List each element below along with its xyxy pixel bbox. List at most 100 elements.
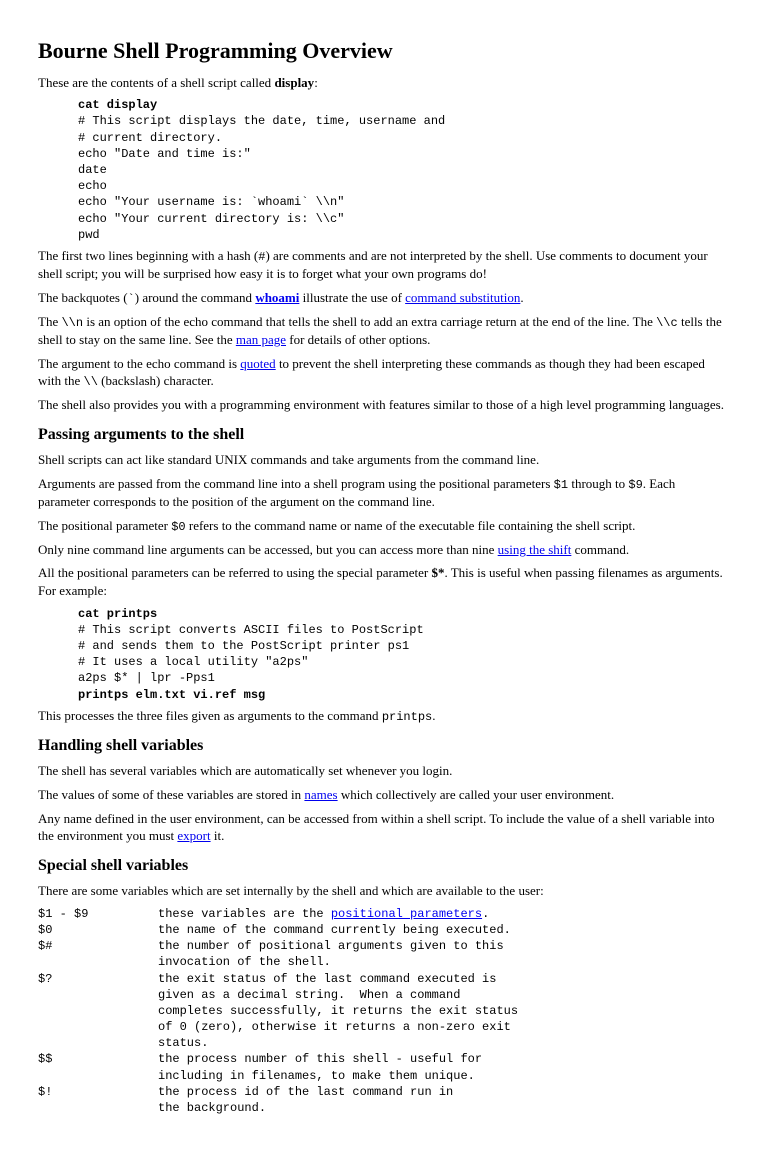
quoted-link[interactable]: quoted <box>240 356 275 371</box>
code-line: echo "Date and time is:" <box>78 147 251 161</box>
text: command. <box>571 542 629 557</box>
var-desc: the exit status of the last command exec… <box>158 971 518 1052</box>
text: The values of some of these variables ar… <box>38 787 304 802</box>
para: The positional parameter $0 refers to th… <box>38 517 730 535</box>
text: All the positional parameters can be ref… <box>38 565 431 580</box>
code-line: echo "Your current directory is: \\c" <box>78 212 344 226</box>
code-block-display: cat display # This script displays the d… <box>78 97 730 243</box>
code-line: echo <box>78 179 107 193</box>
text: The argument to the echo command is <box>38 356 240 371</box>
intro-para: These are the contents of a shell script… <box>38 74 730 92</box>
inline-code: \\ <box>84 375 98 389</box>
text: . <box>482 907 489 921</box>
para-environment: The shell also provides you with a progr… <box>38 396 730 414</box>
var-desc: the process id of the last command run i… <box>158 1084 518 1116</box>
para: This processes the three files given as … <box>38 707 730 725</box>
var-desc: the process number of this shell - usefu… <box>158 1051 518 1083</box>
command-substitution-link[interactable]: command substitution <box>405 290 520 305</box>
text: : <box>314 75 318 90</box>
table-row: $! the process id of the last command ru… <box>38 1084 518 1116</box>
para-echo-options: The \\n is an option of the echo command… <box>38 313 730 349</box>
code-line: # It uses a local utility "a2ps" <box>78 655 308 669</box>
para: Any name defined in the user environment… <box>38 810 730 845</box>
code-line: printps elm.txt vi.ref msg <box>78 688 265 702</box>
var-name: $1 - $9 <box>38 906 158 922</box>
para: All the positional parameters can be ref… <box>38 564 730 599</box>
text: Any name defined in the user environment… <box>38 811 714 844</box>
code-line: # and sends them to the PostScript print… <box>78 639 409 653</box>
code-line: date <box>78 163 107 177</box>
text: These are the contents of a shell script… <box>38 75 274 90</box>
text: . <box>432 708 435 723</box>
inline-code: printps <box>382 710 432 724</box>
para-quoted: The argument to the echo command is quot… <box>38 355 730 391</box>
var-desc: the name of the command currently being … <box>158 922 518 938</box>
table-row: $# the number of positional arguments gi… <box>38 938 518 970</box>
text: it. <box>211 828 225 843</box>
text: Arguments are passed from the command li… <box>38 476 554 491</box>
code-line: # current directory. <box>78 131 222 145</box>
para: Arguments are passed from the command li… <box>38 475 730 511</box>
inline-code: \\n <box>61 316 83 330</box>
text: which collectively are called your user … <box>338 787 615 802</box>
text: This processes the three files given as … <box>38 708 382 723</box>
text: $* <box>431 565 444 580</box>
text: illustrate the use of <box>299 290 405 305</box>
export-link[interactable]: export <box>177 828 210 843</box>
table-row: $? the exit status of the last command e… <box>38 971 518 1052</box>
text: through to <box>568 476 628 491</box>
heading-passing-args: Passing arguments to the shell <box>38 424 730 446</box>
table-row: $$ the process number of this shell - us… <box>38 1051 518 1083</box>
inline-code: \\c <box>656 316 678 330</box>
para: The values of some of these variables ar… <box>38 786 730 804</box>
var-name: $? <box>38 971 158 1052</box>
text: refers to the command name or name of th… <box>186 518 636 533</box>
text: The backquotes ( <box>38 290 128 305</box>
heading-special-vars: Special shell variables <box>38 855 730 877</box>
code-line: # This script converts ASCII files to Po… <box>78 623 424 637</box>
var-name: $# <box>38 938 158 970</box>
var-name: $$ <box>38 1051 158 1083</box>
using-shift-link[interactable]: using the shift <box>498 542 572 557</box>
para-backquotes: The backquotes (`) around the command wh… <box>38 289 730 307</box>
heading-handling-vars: Handling shell variables <box>38 735 730 757</box>
table-row: $0 the name of the command currently bei… <box>38 922 518 938</box>
inline-code: ` <box>128 292 135 306</box>
para: Shell scripts can act like standard UNIX… <box>38 451 730 469</box>
code-line: # This script displays the date, time, u… <box>78 114 445 128</box>
text: The first two lines beginning with a has… <box>38 248 258 263</box>
man-page-link[interactable]: man page <box>236 332 286 347</box>
text: is an option of the echo command that te… <box>83 314 656 329</box>
text: The positional parameter <box>38 518 171 533</box>
para-comments: The first two lines beginning with a has… <box>38 247 730 283</box>
table-row: $1 - $9 these variables are the position… <box>38 906 518 922</box>
code-line: cat display <box>78 98 157 112</box>
code-line: echo "Your username is: `whoami` \\n" <box>78 195 344 209</box>
text: . <box>520 290 523 305</box>
inline-code: $0 <box>171 520 185 534</box>
page-title: Bourne Shell Programming Overview <box>38 36 730 66</box>
script-name: display <box>274 75 314 90</box>
text: The <box>38 314 61 329</box>
code-line: a2ps $* | lpr -Pps1 <box>78 671 215 685</box>
para: There are some variables which are set i… <box>38 882 730 900</box>
text: (backslash) character. <box>98 373 214 388</box>
var-name: $! <box>38 1084 158 1116</box>
var-name: $0 <box>38 922 158 938</box>
para: The shell has several variables which ar… <box>38 762 730 780</box>
whoami-link[interactable]: whoami <box>255 290 299 305</box>
var-desc: these variables are the positional param… <box>158 906 518 922</box>
inline-code: $1 <box>554 478 568 492</box>
para: Only nine command line arguments can be … <box>38 541 730 559</box>
special-vars-table: $1 - $9 these variables are the position… <box>38 906 518 1116</box>
text: ) around the command <box>135 290 256 305</box>
positional-parameters-link[interactable]: positional parameters <box>331 907 482 921</box>
names-link[interactable]: names <box>304 787 337 802</box>
text: these variables are the <box>158 907 331 921</box>
text: for details of other options. <box>286 332 430 347</box>
link-text: whoami <box>255 290 299 305</box>
code-line: pwd <box>78 228 100 242</box>
code-block-printps: cat printps # This script converts ASCII… <box>78 606 730 703</box>
inline-code: $9 <box>628 478 642 492</box>
text: Only nine command line arguments can be … <box>38 542 498 557</box>
